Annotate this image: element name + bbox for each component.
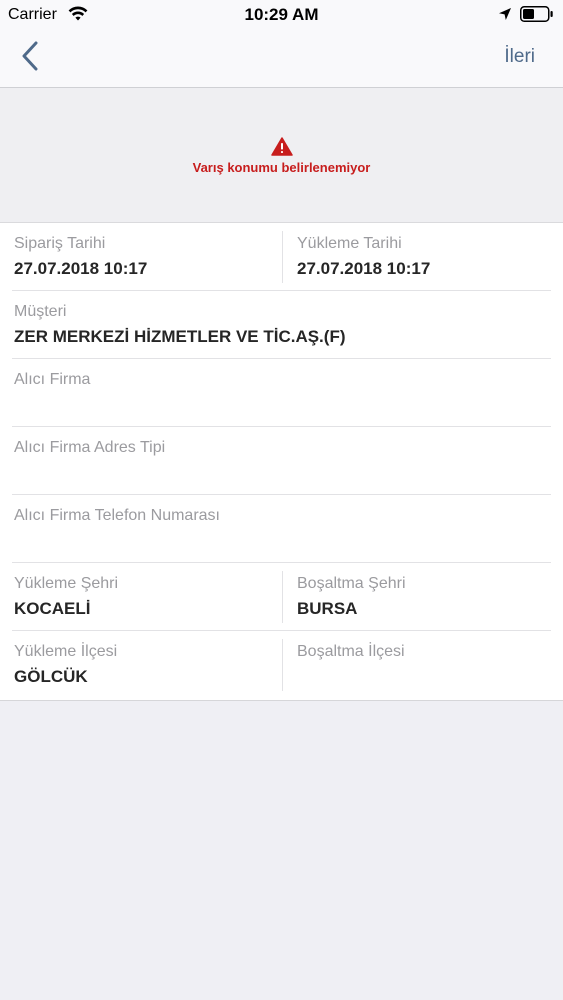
unloading-district-label: Boşaltma İlçesi [297, 643, 405, 660]
order-date-field: Sipariş Tarihi 27.07.2018 10:17 [0, 223, 282, 291]
unloading-city-value: BURSA [297, 599, 358, 618]
receiver-company-field: Alıcı Firma [0, 359, 563, 427]
customer-field: Müşteri ZER MERKEZİ HİZMETLER VE TİC.AŞ.… [0, 291, 563, 359]
customer-row: Müşteri ZER MERKEZİ HİZMETLER VE TİC.AŞ.… [0, 291, 563, 359]
navigation-bar: İleri [0, 30, 563, 88]
receiver-company-row: Alıcı Firma [0, 359, 563, 427]
unloading-city-field: Boşaltma Şehri BURSA [282, 563, 563, 631]
receiver-phone-label: Alıcı Firma Telefon Numarası [14, 507, 220, 524]
loading-date-value: 27.07.2018 10:17 [297, 259, 431, 278]
status-time: 10:29 AM [244, 5, 319, 24]
districts-row: Yükleme İlçesi GÖLCÜK Boşaltma İlçesi [0, 631, 563, 699]
location-arrow-icon [498, 7, 512, 26]
status-bar: Carrier 10:29 AM [0, 0, 563, 30]
receiver-address-type-field: Alıcı Firma Adres Tipi [0, 427, 563, 495]
receiver-phone-field: Alıcı Firma Telefon Numarası [0, 495, 563, 563]
shipment-info-card: Sipariş Tarihi 27.07.2018 10:17 Yükleme … [0, 223, 563, 701]
loading-city-label: Yükleme Şehri [14, 575, 119, 592]
unloading-city-label: Boşaltma Şehri [297, 575, 406, 592]
loading-city-value: KOCAELİ [14, 599, 91, 618]
warning-icon [271, 137, 293, 161]
empty-background [0, 701, 563, 1000]
destination-warning-text: Varış konumu belirlenemiyor [192, 160, 371, 175]
back-button[interactable] [10, 38, 50, 78]
dates-row: Sipariş Tarihi 27.07.2018 10:17 Yükleme … [0, 223, 563, 291]
receiver-company-label: Alıcı Firma [14, 371, 91, 388]
receiver-address-type-label: Alıcı Firma Adres Tipi [14, 439, 166, 456]
cities-row: Yükleme Şehri KOCAELİ Boşaltma Şehri BUR… [0, 563, 563, 631]
receiver-address-type-row: Alıcı Firma Adres Tipi [0, 427, 563, 495]
loading-district-field: Yükleme İlçesi GÖLCÜK [0, 631, 282, 699]
unloading-district-field: Boşaltma İlçesi [282, 631, 563, 699]
battery-icon [520, 6, 554, 27]
order-date-label: Sipariş Tarihi [14, 235, 106, 252]
receiver-phone-row: Alıcı Firma Telefon Numarası [0, 495, 563, 563]
chevron-left-icon [21, 41, 39, 76]
loading-date-label: Yükleme Tarihi [297, 235, 402, 252]
loading-district-value: GÖLCÜK [14, 667, 88, 686]
order-date-value: 27.07.2018 10:17 [14, 259, 148, 278]
loading-date-field: Yükleme Tarihi 27.07.2018 10:17 [282, 223, 563, 291]
next-button[interactable]: İleri [504, 46, 535, 68]
customer-value: ZER MERKEZİ HİZMETLER VE TİC.AŞ.(F) [14, 327, 346, 346]
map-area: Varış konumu belirlenemiyor [0, 88, 563, 223]
customer-label: Müşteri [14, 303, 67, 320]
loading-district-label: Yükleme İlçesi [14, 643, 118, 660]
loading-city-field: Yükleme Şehri KOCAELİ [0, 563, 282, 631]
